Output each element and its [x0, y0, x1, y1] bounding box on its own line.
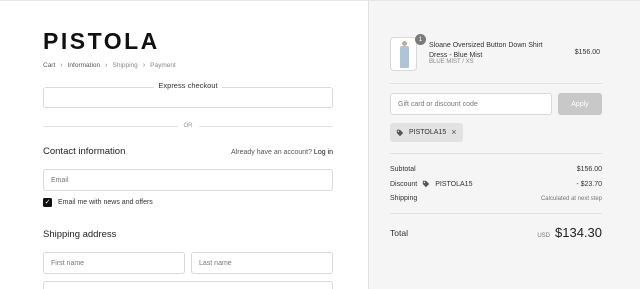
breadcrumb-payment: Payment [150, 62, 176, 69]
total-label: Total [390, 227, 408, 238]
last-name-field[interactable]: Last name [191, 252, 333, 274]
product-name: Sloane Oversized Button Down Shirt Dress… [429, 42, 543, 59]
newsletter-checkbox[interactable]: ✓ [43, 198, 52, 207]
tag-icon [396, 129, 404, 136]
divider [390, 153, 602, 154]
divider [390, 213, 602, 214]
discount-code-text: PISTOLA15 [409, 129, 447, 136]
discount-code-input[interactable]: Gift card or discount code [390, 93, 552, 115]
discount-code-label: PISTOLA15 [435, 180, 473, 188]
brand-logo[interactable]: PISTOLA [43, 30, 160, 53]
breadcrumb-information: Information [67, 62, 101, 69]
product-price: $156.00 [574, 49, 600, 56]
tag-icon [423, 180, 430, 188]
discount-value: - $23.70 [576, 180, 602, 188]
discount-label: Discount [390, 180, 418, 188]
or-divider: OR [43, 123, 333, 129]
login-link[interactable]: Log in [314, 149, 333, 156]
email-field[interactable]: Email [43, 169, 333, 191]
shipping-row: Shipping Calculated at next step [390, 195, 602, 202]
applied-discount-tag: PISTOLA15 × [390, 123, 463, 142]
have-account-text: Already have an account? Log in [231, 149, 333, 156]
chevron-right-icon: › [60, 62, 63, 69]
chevron-right-icon: › [142, 62, 146, 69]
shipping-label: Shipping [390, 195, 418, 202]
quantity-badge: 1 [415, 34, 426, 45]
express-checkout-box[interactable] [43, 87, 333, 108]
breadcrumb: Cart › Information › Shipping › Payment [43, 62, 176, 69]
checkmark-icon: ✓ [44, 199, 51, 206]
newsletter-option[interactable]: ✓ Email me with news and offers [43, 198, 153, 207]
total-row: Total USD $134.30 [390, 225, 602, 240]
contact-title: Contact information [43, 146, 126, 157]
express-checkout-label: Express checkout [43, 81, 333, 90]
breadcrumb-cart[interactable]: Cart [43, 62, 55, 69]
subtotal-value: $156.00 [576, 166, 602, 173]
discount-row: Discount PISTOLA15 - $23.70 [390, 180, 602, 188]
subtotal-label: Subtotal [390, 166, 416, 173]
product-thumbnail [390, 37, 417, 71]
or-text: OR [183, 123, 193, 129]
shipping-value: Calculated at next step [540, 195, 602, 202]
subtotal-row: Subtotal $156.00 [390, 166, 602, 173]
chevron-right-icon: › [105, 62, 108, 69]
newsletter-label: Email me with news and offers [58, 199, 153, 206]
apply-button[interactable]: Apply [558, 93, 602, 115]
total-value: $134.30 [555, 225, 602, 240]
order-summary: 1 Sloane Oversized Button Down Shirt Dre… [368, 0, 640, 289]
product-variant: BLUE MIST / XS [429, 59, 474, 65]
currency-code: USD [537, 233, 550, 239]
main-column: PISTOLA Cart › Information › Shipping › … [0, 0, 368, 289]
shipping-address-title: Shipping address [43, 229, 117, 240]
first-name-field[interactable]: First name [43, 252, 185, 274]
divider [390, 83, 602, 84]
address-field[interactable] [43, 281, 333, 289]
close-icon[interactable]: × [451, 128, 456, 137]
contact-header: Contact information Already have an acco… [43, 146, 333, 157]
breadcrumb-shipping: Shipping [112, 62, 138, 69]
